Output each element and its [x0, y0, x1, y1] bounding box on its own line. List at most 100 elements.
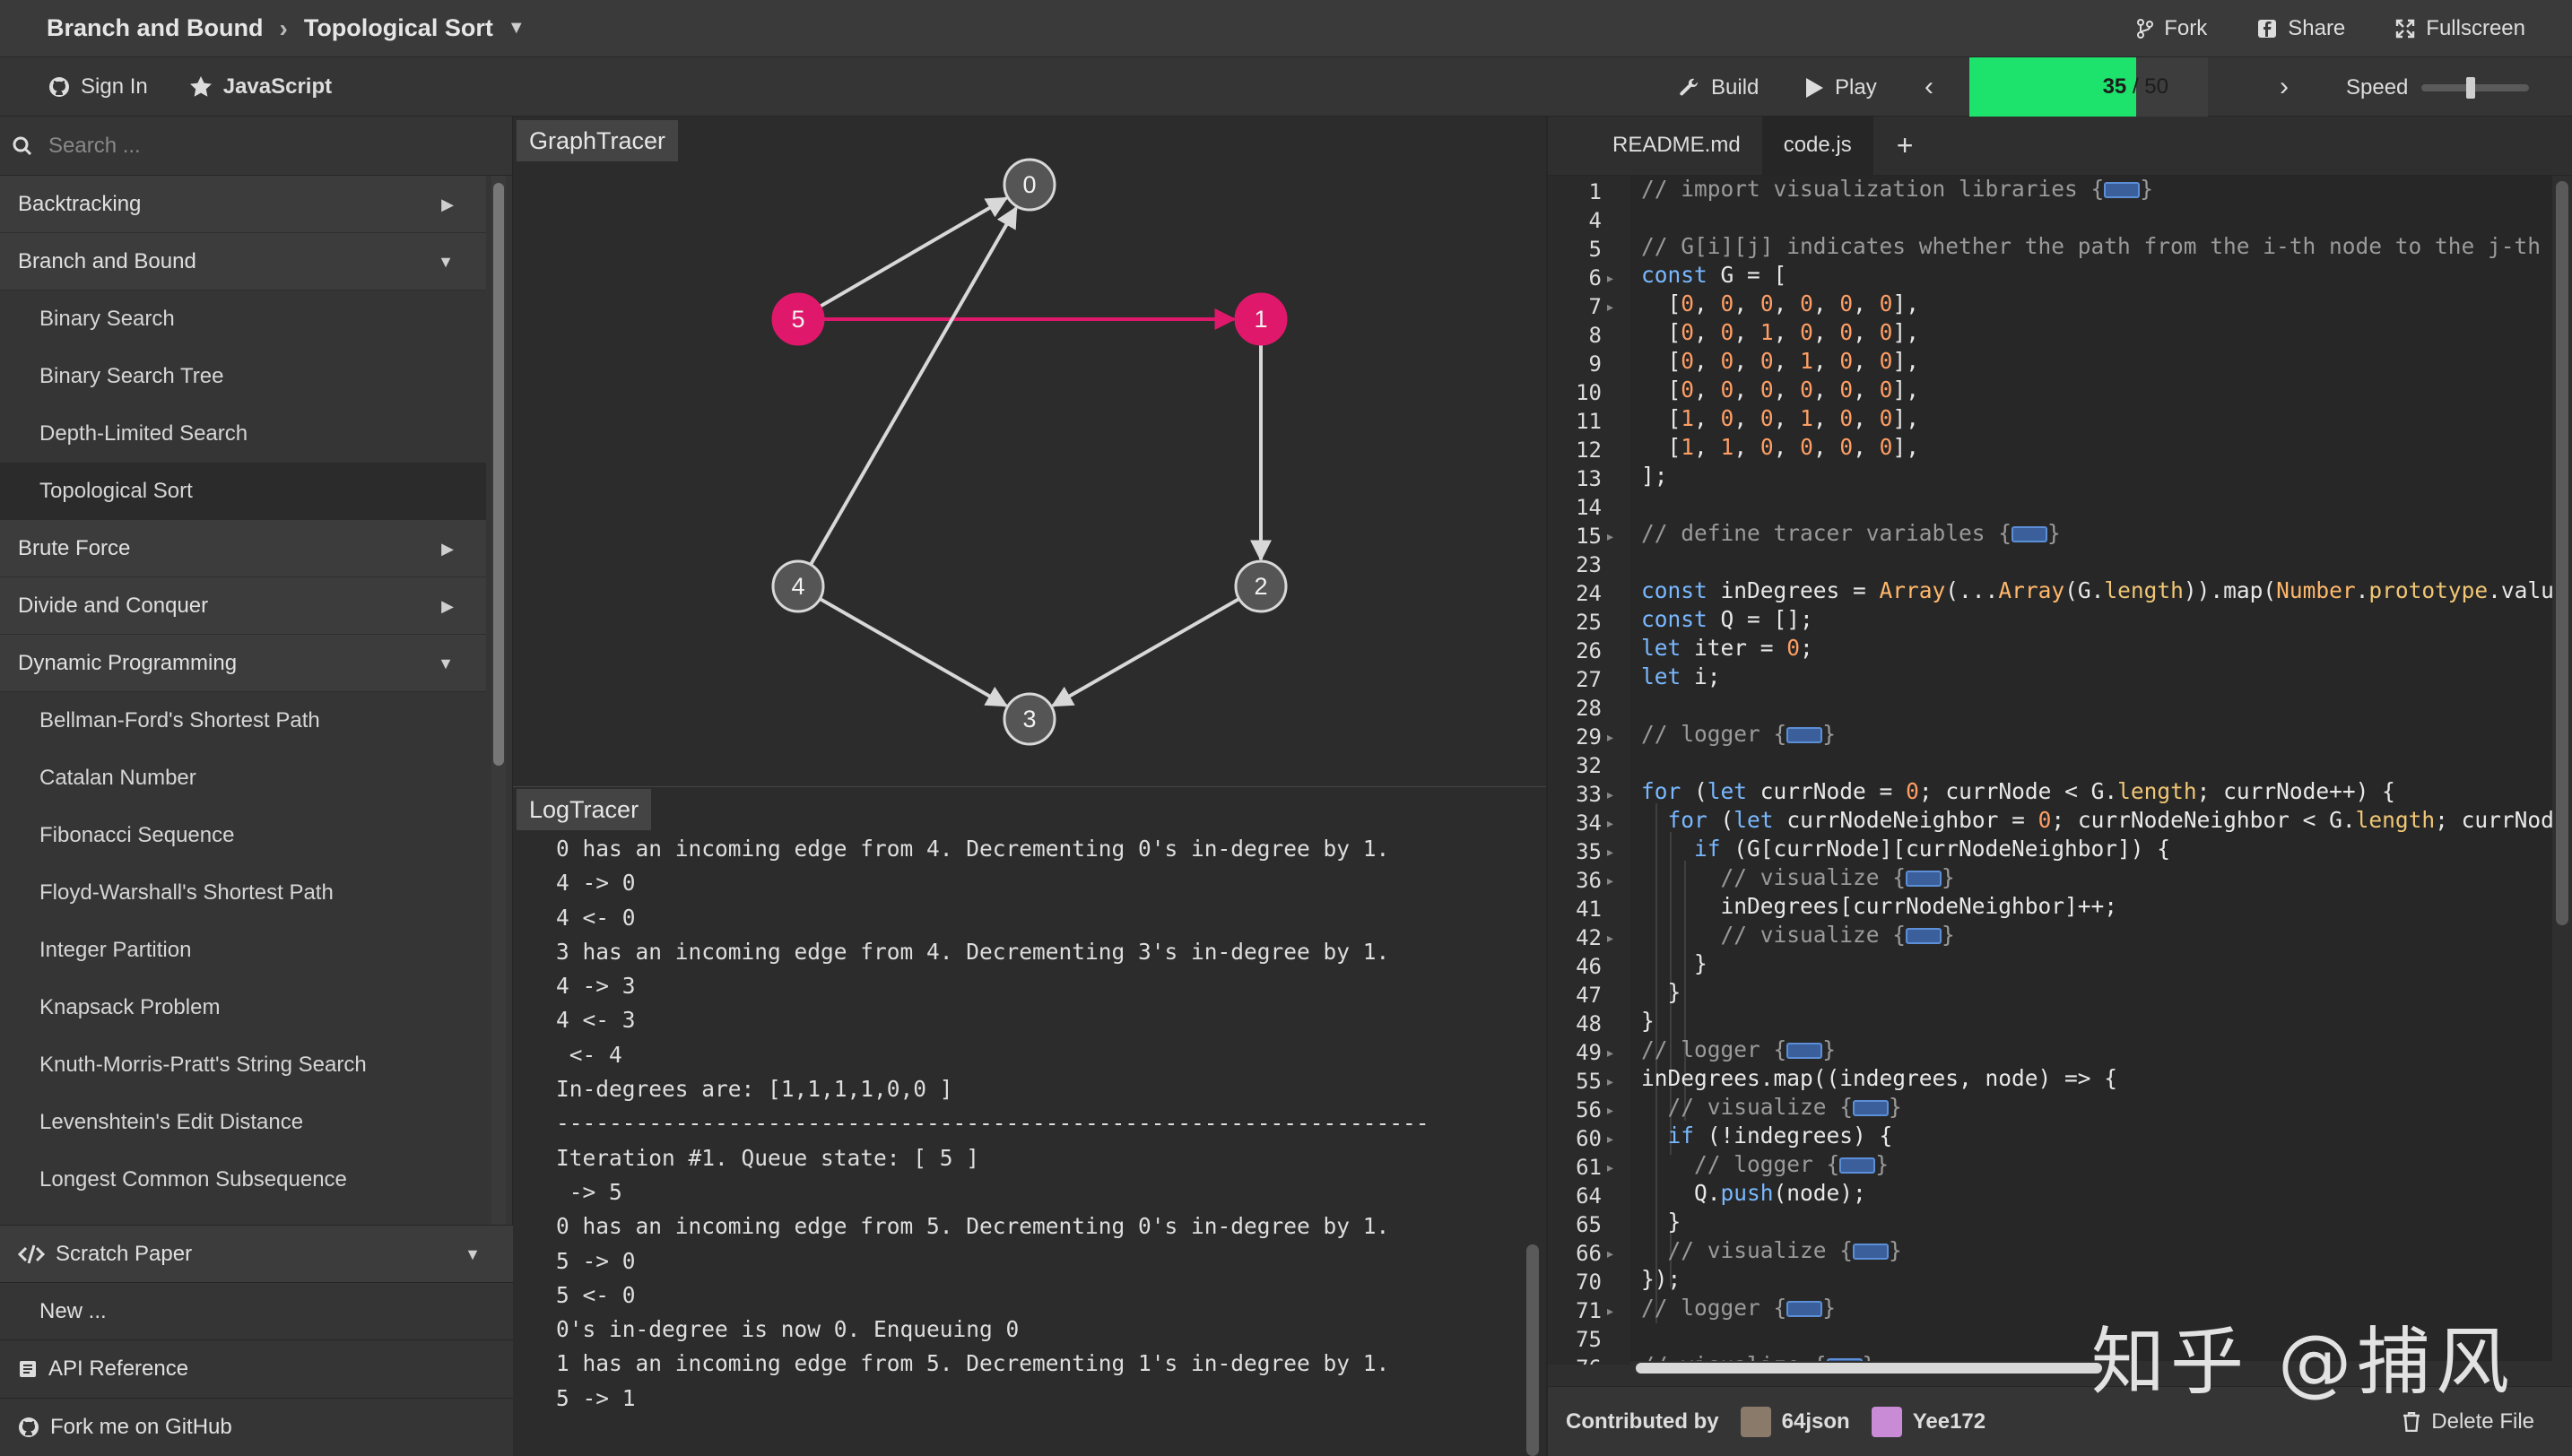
new-scratch-paper[interactable]: New ...: [0, 1283, 513, 1340]
graph-node-1[interactable]: 1: [1234, 292, 1288, 346]
fold-toggle-icon[interactable]: ▸: [1607, 873, 1613, 888]
graph-node-0[interactable]: 0: [1003, 158, 1056, 212]
sidebar-item[interactable]: Floyd-Warshall's Shortest Path: [0, 864, 486, 922]
fork-button[interactable]: Fork: [2137, 16, 2207, 41]
code-area[interactable]: 1 4 5 6 ▸ 7 ▸ 8 9 10 11 12 13 14 15 ▸ 23 24 25 26 27 28 29 ▸ 32 3…: [1548, 176, 2552, 1365]
fold-marker[interactable]: [1786, 727, 1823, 743]
search-input[interactable]: Search ...: [48, 134, 141, 159]
sidebar-item[interactable]: Binary Search: [0, 290, 486, 348]
speed-slider[interactable]: [2421, 77, 2529, 99]
editor-scrollbar-thumb[interactable]: [2556, 181, 2568, 925]
sidebar-item[interactable]: Knuth-Morris-Pratt's String Search: [0, 1036, 486, 1094]
caret-down-icon[interactable]: ▼: [508, 18, 526, 39]
tab-readme[interactable]: README.md: [1548, 116, 1762, 175]
search-bar[interactable]: Search ...: [0, 117, 512, 176]
fold-marker[interactable]: [1906, 928, 1942, 944]
sidebar-item[interactable]: Levenshtein's Edit Distance: [0, 1094, 486, 1151]
fold-toggle-icon[interactable]: ▸: [1607, 787, 1613, 802]
fullscreen-button[interactable]: Fullscreen: [2395, 16, 2525, 41]
graph-node-2[interactable]: 2: [1234, 559, 1288, 613]
log-scrollbar[interactable]: [1521, 787, 1546, 1456]
sidebar-category[interactable]: Brute Force ▶: [0, 520, 486, 577]
fold-toggle-icon[interactable]: ▸: [1607, 931, 1613, 946]
graph-node-label: 4: [791, 573, 804, 600]
sidebar-category[interactable]: Backtracking ▶: [0, 176, 486, 233]
code-line: if (G[currNode][currNodeNeighbor]) {: [1694, 836, 2171, 862]
delete-file-button[interactable]: Delete File: [2403, 1409, 2534, 1434]
breadcrumb-category[interactable]: Branch and Bound: [47, 14, 264, 42]
fold-toggle-icon[interactable]: ▸: [1607, 816, 1613, 831]
line-number: 75: [1576, 1327, 1602, 1352]
fold-marker[interactable]: [1906, 871, 1942, 887]
fold-toggle-icon[interactable]: ▸: [1607, 1304, 1613, 1319]
sidebar-category[interactable]: Dynamic Programming ▼: [0, 635, 486, 692]
sidebar-item[interactable]: Fibonacci Sequence: [0, 807, 486, 864]
line-number: 48: [1576, 1011, 1602, 1036]
line-number: 10: [1576, 380, 1602, 405]
fold-toggle-icon[interactable]: ▸: [1607, 1045, 1613, 1061]
graph-node-5[interactable]: 5: [771, 292, 825, 346]
api-reference-link[interactable]: API Reference: [0, 1340, 513, 1398]
play-button[interactable]: Play: [1804, 75, 1877, 100]
line-number: 23: [1576, 552, 1602, 577]
sidebar-item[interactable]: Binary Search Tree: [0, 348, 486, 405]
tab-code-js[interactable]: code.js: [1761, 116, 1873, 175]
fold-toggle-icon[interactable]: ▸: [1607, 271, 1613, 286]
fold-marker[interactable]: [1853, 1100, 1890, 1116]
sidebar-item[interactable]: Depth-Limited Search: [0, 405, 486, 463]
sidebar-item[interactable]: Knapsack Problem: [0, 979, 486, 1036]
progress-bar[interactable]: 35 / 50: [1969, 57, 2208, 117]
fold-marker[interactable]: [1853, 1244, 1890, 1260]
avatar[interactable]: [1871, 1406, 1902, 1437]
fold-marker[interactable]: [1839, 1157, 1876, 1174]
sidebar-item-label: Depth-Limited Search: [39, 421, 248, 446]
fold-marker[interactable]: [2104, 182, 2141, 198]
graph-node-3[interactable]: 3: [1003, 692, 1056, 746]
contributor-name[interactable]: 64json: [1782, 1409, 1850, 1434]
sidebar-scrollbar[interactable]: [491, 176, 506, 1225]
sidebar-item[interactable]: Bellman-Ford's Shortest Path: [0, 692, 486, 750]
sign-in-button[interactable]: Sign In: [48, 74, 148, 100]
fold-toggle-icon[interactable]: ▸: [1607, 1246, 1613, 1261]
sidebar-category[interactable]: Branch and Bound ▼: [0, 233, 486, 290]
graph-node-4[interactable]: 4: [771, 559, 825, 613]
editor-vertical-scrollbar[interactable]: [2552, 176, 2572, 1365]
editor-tabs: README.md code.js +: [1548, 116, 2572, 176]
fold-toggle-icon[interactable]: ▸: [1607, 1160, 1613, 1175]
contributor-name[interactable]: Yee172: [1913, 1409, 1985, 1434]
fold-marker[interactable]: [1786, 1043, 1823, 1059]
avatar[interactable]: [1740, 1406, 1771, 1437]
fold-toggle-icon[interactable]: ▸: [1607, 299, 1613, 315]
fold-toggle-icon[interactable]: ▸: [1607, 845, 1613, 860]
chevron-right-icon[interactable]: ›: [2280, 72, 2289, 102]
sidebar-item[interactable]: Topological Sort: [0, 463, 486, 520]
fold-toggle-icon[interactable]: ▸: [1607, 529, 1613, 544]
fold-toggle-icon[interactable]: ▸: [1607, 1131, 1613, 1147]
speed-slider-thumb[interactable]: [2465, 77, 2475, 99]
fold-marker[interactable]: [1786, 1301, 1823, 1317]
sidebar-category[interactable]: Divide and Conquer ▶: [0, 577, 486, 635]
sidebar-item[interactable]: Catalan Number: [0, 750, 486, 807]
fold-toggle-icon[interactable]: ▸: [1607, 1103, 1613, 1118]
breadcrumb-algorithm[interactable]: Topological Sort: [304, 14, 493, 42]
log-scrollbar-thumb[interactable]: [1526, 1244, 1539, 1456]
sidebar-item[interactable]: Longest Common Subsequence: [0, 1151, 486, 1209]
fold-toggle-icon[interactable]: ▸: [1607, 730, 1613, 745]
language-selector[interactable]: JavaScript: [189, 74, 332, 100]
share-button[interactable]: Share: [2257, 16, 2345, 41]
scratch-paper-category[interactable]: Scratch Paper ▼: [0, 1226, 513, 1283]
log-line: 0's in-degree is now 0. Enqueuing 0: [556, 1316, 1020, 1343]
add-tab-button[interactable]: +: [1873, 116, 1937, 175]
build-button[interactable]: Build: [1679, 75, 1759, 100]
fold-marker[interactable]: [2012, 526, 2048, 542]
fold-toggle-icon[interactable]: ▸: [1607, 1074, 1613, 1089]
fork-github-link[interactable]: Fork me on GitHub: [0, 1398, 513, 1455]
sidebar-item[interactable]: Integer Partition: [0, 922, 486, 979]
code-line: let iter = 0;: [1641, 635, 1813, 661]
sidebar-scrollbar-thumb[interactable]: [493, 183, 504, 766]
chevron-left-icon[interactable]: ‹: [1925, 72, 1933, 102]
graph-edge-5-0: [819, 196, 1009, 308]
code-line: let i;: [1641, 663, 1721, 689]
graph-canvas[interactable]: 0 1 2 3 4 5: [513, 117, 1546, 787]
editor-hscroll-thumb[interactable]: [1636, 1363, 2102, 1374]
